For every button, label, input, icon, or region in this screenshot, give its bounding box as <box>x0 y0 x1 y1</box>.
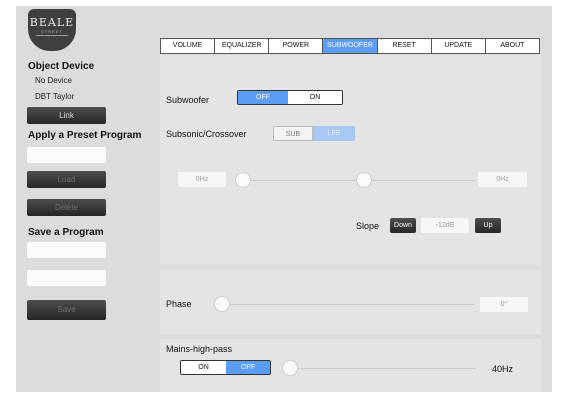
slope-label: Slope <box>356 221 380 231</box>
tab-bar: VOLUME EQUALIZER POWER SUBWOOFER RESET U… <box>160 38 540 54</box>
mains-on-option[interactable]: ON <box>181 361 226 374</box>
object-device-title: Object Device <box>28 61 95 72</box>
subwoofer-toggle: OFF ON <box>237 90 343 105</box>
phase-label: Phase <box>166 299 192 309</box>
save-button[interactable]: Save <box>27 300 106 320</box>
save-program-title: Save a Program <box>28 227 104 238</box>
subwoofer-label: Subwoofer <box>166 95 210 105</box>
phase-handle[interactable] <box>214 296 230 312</box>
app-window: BEALE STREET Object Device No Device DBT… <box>16 6 552 392</box>
tab-equalizer[interactable]: EQUALIZER <box>215 39 270 53</box>
logo-subtext: STREET <box>41 29 63 34</box>
phase-value[interactable]: 0° <box>480 297 528 312</box>
link-button[interactable]: Link <box>27 107 106 124</box>
phase-slider-track <box>218 304 474 305</box>
slope-value: -12dB <box>421 218 469 233</box>
program-name-field[interactable] <box>27 242 106 258</box>
subwoofer-on-option[interactable]: ON <box>288 91 342 104</box>
mains-value: 40Hz <box>492 364 514 374</box>
preset-title: Apply a Preset Program <box>28 130 142 141</box>
subwoofer-off-option[interactable]: OFF <box>238 91 288 104</box>
device-item-no-device[interactable]: No Device <box>35 76 72 85</box>
mains-handle[interactable] <box>282 360 298 376</box>
phase-panel: Phase 0° <box>160 270 541 334</box>
mains-toggle: ON OFF <box>180 360 271 375</box>
mains-high-pass-panel: Mains-high-pass ON OFF 40Hz <box>160 339 541 392</box>
program-field-2[interactable] <box>27 270 106 286</box>
crossover-high-handle[interactable] <box>356 172 372 188</box>
preset-field[interactable] <box>27 147 106 163</box>
logo-text: BEALE <box>29 16 75 29</box>
tab-power[interactable]: POWER <box>269 39 324 53</box>
lfe-option[interactable]: LFE <box>313 126 355 141</box>
crossover-label: Subsonic/Crossover <box>166 129 247 139</box>
delete-button[interactable]: Delete <box>27 199 106 216</box>
logo-divider <box>36 35 68 36</box>
tab-volume[interactable]: VOLUME <box>161 39 216 53</box>
tab-update[interactable]: UPDATE <box>432 39 486 53</box>
device-item-dbt-taylor[interactable]: DBT Taylor <box>35 92 74 101</box>
tab-reset[interactable]: RESET <box>378 39 432 53</box>
crossover-selector: SUB LFE <box>273 126 355 141</box>
mains-slider-track <box>286 368 476 369</box>
subwoofer-panel: Subwoofer OFF ON Subsonic/Crossover SUB … <box>160 55 541 265</box>
slope-down-button[interactable]: Down <box>390 218 416 233</box>
tab-subwoofer[interactable]: SUBWOOFER <box>323 39 378 53</box>
load-button[interactable]: Load <box>27 171 106 188</box>
crossover-low-handle[interactable] <box>235 172 251 188</box>
crossover-low-value[interactable]: 0Hz <box>178 172 226 187</box>
slope-up-button[interactable]: Up <box>475 218 501 233</box>
mains-label: Mains-high-pass <box>166 344 233 354</box>
tab-about[interactable]: ABOUT <box>486 39 539 53</box>
mains-off-option[interactable]: OFF <box>226 361 270 374</box>
brand-logo: BEALE STREET <box>28 9 76 51</box>
crossover-high-value[interactable]: 0Hz <box>478 172 527 187</box>
sub-option[interactable]: SUB <box>273 126 313 141</box>
